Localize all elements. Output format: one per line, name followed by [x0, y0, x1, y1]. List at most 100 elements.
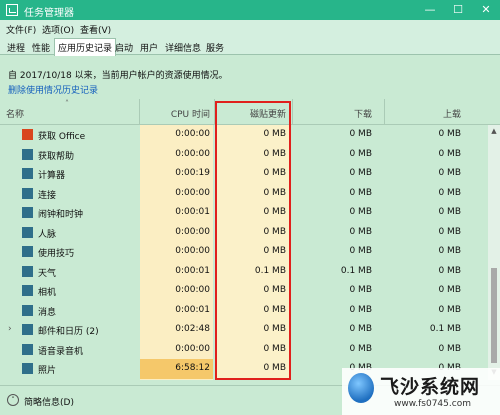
upload-value: 0 MB	[438, 246, 461, 256]
expand-chevron-icon[interactable]: ›	[8, 324, 12, 334]
column-cpu-time[interactable]: CPU 时间	[140, 107, 210, 120]
app-name: 邮件和日历 (2)	[38, 327, 99, 337]
app-name: 消息	[38, 307, 57, 318]
download-value: 0 MB	[349, 246, 372, 256]
help-icon	[22, 148, 33, 160]
download-value: 0 MB	[349, 343, 372, 354]
message-icon	[22, 304, 33, 316]
photos-icon	[22, 363, 33, 374]
upload-value: 0 MB	[438, 168, 461, 178]
task-manager-icon	[6, 4, 18, 16]
collapse-icon[interactable]: ˄	[7, 394, 19, 406]
cpu-time-value: 0:00:00	[175, 285, 210, 295]
app-name: 相机	[38, 288, 57, 298]
cpu-time-value: 0:00:00	[175, 187, 210, 198]
download-value: 0 MB	[349, 324, 372, 334]
scroll-up-icon[interactable]: ▲	[488, 127, 500, 135]
alarm-icon	[22, 207, 33, 218]
app-name: 闹钟和时钟	[38, 210, 84, 220]
delete-history-link[interactable]: 删除使用情况历史记录	[8, 83, 98, 96]
cpu-time-value: 6:58:12	[175, 363, 210, 373]
tips-icon	[22, 246, 33, 257]
download-value: 0 MB	[349, 187, 372, 198]
watermark-title: 飞沙系统网	[380, 376, 481, 398]
watermark-logo-icon	[348, 373, 374, 403]
menu-options[interactable]: 选项(O)	[42, 23, 74, 36]
upload-value: 0 MB	[438, 304, 461, 315]
upload-value: 0 MB	[438, 207, 461, 217]
menu-file[interactable]: 文件(F)	[6, 23, 36, 36]
download-value: 0 MB	[349, 285, 372, 295]
highlight-box	[215, 101, 291, 380]
app-name: 连接	[38, 190, 57, 201]
mail-icon	[22, 324, 33, 335]
camera-icon	[22, 285, 33, 296]
download-value: 0 MB	[349, 129, 372, 139]
tab-performance[interactable]: 性能	[29, 39, 53, 55]
upload-value: 0 MB	[438, 285, 461, 295]
app-name: 获取帮助	[38, 151, 75, 162]
cpu-time-value: 0:00:01	[175, 265, 210, 276]
title-bar: 任务管理器 — ☐ ✕	[0, 0, 500, 20]
maximize-button[interactable]: ☐	[444, 0, 472, 20]
column-divider	[292, 99, 293, 125]
app-name: 照片	[38, 366, 57, 376]
column-name[interactable]: 名称	[6, 107, 24, 120]
download-value: 0 MB	[349, 226, 372, 237]
recorder-icon	[22, 343, 33, 355]
office-icon	[22, 129, 33, 140]
app-name: 语音录音机	[38, 346, 84, 357]
tab-services[interactable]: 服务	[203, 39, 227, 55]
upload-value: 0 MB	[438, 148, 461, 159]
cpu-time-value: 0:00:01	[175, 304, 210, 315]
tab-startup[interactable]: 启动	[112, 39, 136, 55]
upload-value: 0 MB	[438, 226, 461, 237]
app-name: 人脉	[38, 229, 57, 240]
usage-summary: 自 2017/10/18 以来，当前用户帐户的资源使用情况。	[8, 71, 228, 81]
sort-asc-icon: ˄	[65, 99, 69, 108]
menu-view[interactable]: 查看(V)	[80, 23, 111, 36]
tab-processes[interactable]: 进程	[4, 39, 28, 55]
app-name: 计算器	[38, 171, 66, 181]
close-button[interactable]: ✕	[472, 0, 500, 20]
cpu-time-value: 0:00:01	[175, 207, 210, 217]
upload-value: 0 MB	[438, 129, 461, 139]
cpu-time-value: 0:00:00	[175, 343, 210, 354]
connect-icon	[22, 187, 33, 199]
window-title: 任务管理器	[24, 8, 74, 19]
minimize-button[interactable]: —	[416, 0, 444, 20]
download-value: 0.1 MB	[340, 265, 372, 276]
cpu-time-value: 0:00:00	[175, 148, 210, 159]
cpu-time-value: 0:00:00	[175, 246, 210, 256]
tab-details[interactable]: 详细信息	[162, 39, 204, 55]
download-value: 0 MB	[349, 148, 372, 159]
weather-icon	[22, 265, 33, 277]
fewer-details-link[interactable]: 简略信息(D)	[24, 395, 74, 408]
scroll-thumb[interactable]	[491, 268, 497, 363]
column-upload[interactable]: 上载	[388, 107, 461, 120]
cpu-time-value: 0:00:00	[175, 129, 210, 139]
download-value: 0 MB	[349, 168, 372, 178]
cpu-time-value: 0:02:48	[175, 324, 210, 334]
people-icon	[22, 226, 33, 238]
app-name: 天气	[38, 268, 57, 279]
cpu-time-value: 0:00:19	[175, 168, 210, 178]
app-name: 获取 Office	[38, 132, 86, 142]
app-name: 使用技巧	[38, 249, 75, 259]
tab-users[interactable]: 用户	[137, 39, 161, 55]
cpu-time-value: 0:00:00	[175, 226, 210, 237]
upload-value: 0 MB	[438, 265, 461, 276]
upload-value: 0.1 MB	[429, 324, 461, 334]
column-divider	[384, 99, 385, 125]
download-value: 0 MB	[349, 304, 372, 315]
download-value: 0 MB	[349, 207, 372, 217]
watermark-url: www.fs0745.com	[394, 399, 471, 409]
upload-value: 0 MB	[438, 343, 461, 354]
upload-value: 0 MB	[438, 187, 461, 198]
column-download[interactable]: 下载	[296, 107, 372, 120]
menu-bar: 文件(F) 选项(O) 查看(V)	[0, 20, 500, 37]
tab-app-history[interactable]: 应用历史记录	[54, 38, 117, 56]
tab-bar: 进程 性能 应用历史记录 启动 用户 详细信息 服务	[0, 37, 500, 56]
watermark: 飞沙系统网 www.fs0745.com	[342, 368, 500, 415]
calculator-icon	[22, 168, 33, 179]
